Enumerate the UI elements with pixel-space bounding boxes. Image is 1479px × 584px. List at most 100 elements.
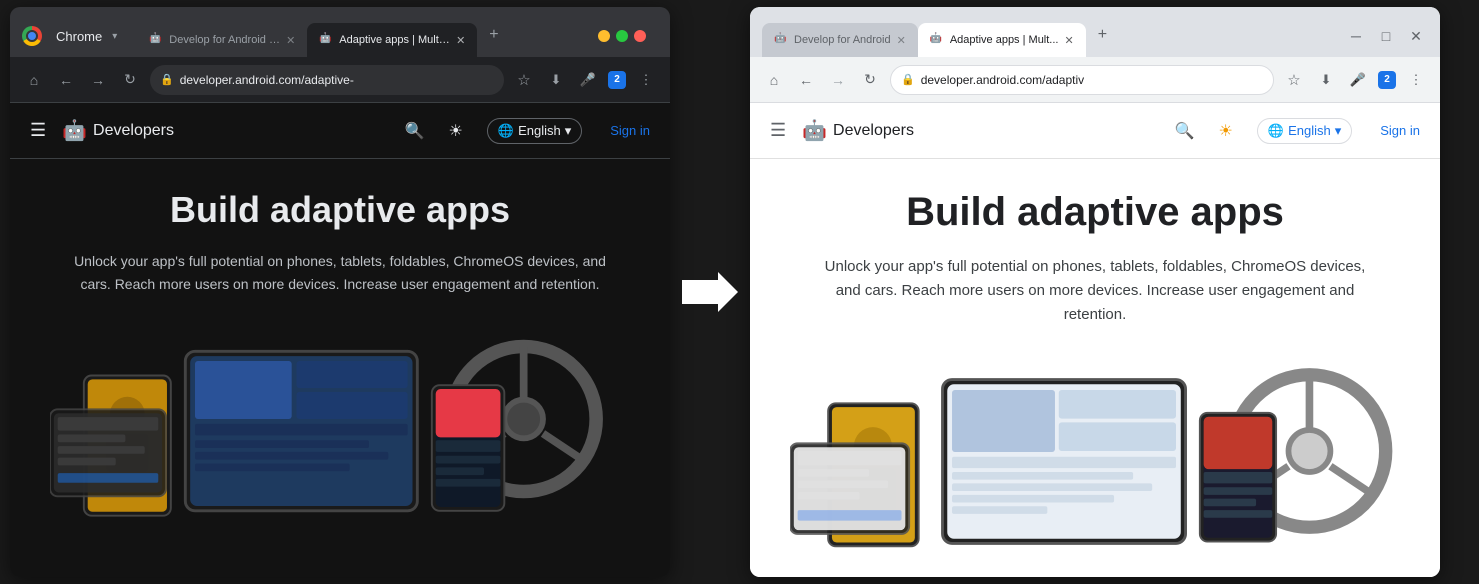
globe-icon-dark: 🌐 — [498, 123, 514, 139]
new-tab-button-dark[interactable]: + — [481, 22, 506, 48]
new-tab-button-light[interactable]: + — [1090, 22, 1115, 48]
light-tab-favicon-1: 🤖 — [930, 33, 944, 47]
sign-in-button-light[interactable]: Sign in — [1380, 123, 1420, 138]
language-button-dark[interactable]: 🌐 English ▾ — [487, 118, 582, 144]
close-button-light[interactable]: ✕ — [1404, 24, 1428, 48]
light-tab-favicon-0: 🤖 — [774, 33, 788, 47]
hamburger-icon-light[interactable]: ☰ — [770, 120, 786, 141]
dark-web-content: ☰ 🤖 Developers 🔍 ☀ 🌐 English ▾ Sign in B… — [10, 103, 670, 577]
lang-label-light: English — [1288, 123, 1331, 138]
reload-button-dark[interactable]: ↻ — [118, 68, 142, 92]
lang-chevron-light: ▾ — [1335, 123, 1342, 139]
lock-icon-dark: 🔒 — [160, 73, 174, 86]
tab-label-0: Develop for Android | And... — [169, 34, 280, 46]
tab-favicon-0: 🤖 — [149, 33, 163, 47]
theme-toggle-dark[interactable]: ☀ — [449, 121, 463, 141]
light-devices-svg — [790, 351, 1400, 551]
menu-button-light[interactable]: ⋮ — [1404, 68, 1428, 92]
close-button-dark[interactable] — [634, 30, 646, 42]
light-page-subtitle: Unlock your app's full potential on phon… — [815, 255, 1375, 327]
light-devices-image — [790, 351, 1400, 551]
chrome-chevron-dark[interactable]: ▾ — [112, 31, 117, 42]
tab-close-1[interactable]: ✕ — [456, 34, 465, 47]
tab-favicon-1: 🤖 — [319, 33, 333, 47]
dark-site-navbar: ☰ 🤖 Developers 🔍 ☀ 🌐 English ▾ Sign in — [10, 103, 670, 159]
light-tabs-area: 🤖 Develop for Android ✕ 🤖 Adaptive apps … — [762, 15, 1344, 57]
transition-arrow — [680, 272, 740, 312]
light-tab-label-0: Develop for Android — [794, 34, 891, 46]
light-toolbar: ⌂ ← → ↻ 🔒 developer.android.com/adaptiv … — [750, 57, 1440, 103]
dark-page-title: Build adaptive apps — [50, 189, 630, 230]
dark-chrome-window: Chrome ▾ 🤖 Develop for Android | And... … — [10, 7, 670, 577]
back-button-light[interactable]: ← — [794, 68, 818, 92]
back-button-dark[interactable]: ← — [54, 68, 78, 92]
search-icon-dark[interactable]: 🔍 — [405, 121, 425, 141]
maximize-button-dark[interactable] — [616, 30, 628, 42]
light-title-bar: 🤖 Develop for Android ✕ 🤖 Adaptive apps … — [750, 7, 1440, 57]
theme-toggle-light[interactable]: ☀ — [1219, 121, 1233, 141]
light-tab-1[interactable]: 🤖 Adaptive apps | Mult... ✕ — [918, 23, 1086, 57]
minimize-button-dark[interactable] — [598, 30, 610, 42]
dark-toolbar: ⌂ ← → ↻ 🔒 developer.android.com/adaptive… — [10, 57, 670, 103]
profile-badge-light[interactable]: 2 — [1378, 71, 1396, 89]
forward-button-dark[interactable]: → — [86, 68, 110, 92]
dark-address-bar-wrap[interactable]: 🔒 developer.android.com/adaptive- — [150, 65, 504, 95]
light-developers-label: Developers — [833, 122, 914, 140]
dark-page-subtitle: Unlock your app's full potential on phon… — [60, 250, 620, 295]
light-tab-close-1[interactable]: ✕ — [1064, 34, 1073, 47]
light-chrome-window: 🤖 Develop for Android ✕ 🤖 Adaptive apps … — [750, 7, 1440, 577]
light-web-content: ☰ 🤖 Developers 🔍 ☀ 🌐 English ▾ Sign in B… — [750, 103, 1440, 577]
lang-label-dark: English — [518, 123, 561, 138]
tab-label-1: Adaptive apps | Multidev... — [339, 34, 450, 46]
dark-devices-image — [50, 319, 630, 519]
dark-android-logo: 🤖 Developers — [62, 118, 174, 143]
download-button-light[interactable]: ⬇ — [1314, 68, 1338, 92]
dark-tabs-area: 🤖 Develop for Android | And... ✕ 🤖 Adapt… — [137, 15, 590, 57]
language-button-light[interactable]: 🌐 English ▾ — [1257, 118, 1352, 144]
restore-button-light[interactable]: □ — [1374, 24, 1398, 48]
lang-chevron-dark: ▾ — [565, 123, 572, 139]
main-container: Chrome ▾ 🤖 Develop for Android | And... … — [0, 0, 1479, 584]
light-address-bar-wrap[interactable]: 🔒 developer.android.com/adaptiv — [890, 65, 1274, 95]
light-page-title: Build adaptive apps — [790, 189, 1400, 235]
light-tab-0[interactable]: 🤖 Develop for Android ✕ — [762, 23, 918, 57]
light-android-logo: 🤖 Developers — [802, 118, 914, 143]
dark-title-bar: Chrome ▾ 🤖 Develop for Android | And... … — [10, 7, 670, 57]
light-page-content: Build adaptive apps Unlock your app's fu… — [750, 159, 1440, 571]
android-icon-light: 🤖 — [802, 118, 827, 143]
light-site-navbar: ☰ 🤖 Developers 🔍 ☀ 🌐 English ▾ Sign in — [750, 103, 1440, 159]
tab-close-0[interactable]: ✕ — [286, 34, 295, 47]
mic-button-dark[interactable]: 🎤 — [576, 68, 600, 92]
mic-button-light[interactable]: 🎤 — [1346, 68, 1370, 92]
light-tab-label-1: Adaptive apps | Mult... — [950, 34, 1059, 46]
hamburger-icon-dark[interactable]: ☰ — [30, 120, 46, 141]
bookmark-button-light[interactable]: ☆ — [1282, 68, 1306, 92]
dark-tab-1[interactable]: 🤖 Adaptive apps | Multidev... ✕ — [307, 23, 477, 57]
light-tab-close-0[interactable]: ✕ — [897, 34, 906, 47]
dark-tab-0[interactable]: 🤖 Develop for Android | And... ✕ — [137, 23, 307, 57]
reload-button-light[interactable]: ↻ — [858, 68, 882, 92]
home-button-light[interactable]: ⌂ — [762, 68, 786, 92]
home-button-dark[interactable]: ⌂ — [22, 68, 46, 92]
download-button-dark[interactable]: ⬇ — [544, 68, 568, 92]
chrome-app-name: Chrome — [56, 29, 102, 44]
light-window-controls: ─ □ ✕ — [1344, 24, 1428, 48]
dark-page-content: Build adaptive apps Unlock your app's fu… — [10, 159, 670, 539]
menu-button-dark[interactable]: ⋮ — [634, 68, 658, 92]
forward-button-light[interactable]: → — [826, 68, 850, 92]
light-address-text: developer.android.com/adaptiv — [921, 73, 1263, 87]
android-icon-dark: 🤖 — [62, 118, 87, 143]
chrome-logo-dark — [22, 26, 42, 46]
sign-in-button-dark[interactable]: Sign in — [610, 123, 650, 138]
dark-devices-svg — [50, 319, 630, 519]
globe-icon-light: 🌐 — [1268, 123, 1284, 139]
dark-address-text: developer.android.com/adaptive- — [180, 73, 494, 87]
lock-icon-light: 🔒 — [901, 73, 915, 86]
arrow-container — [670, 272, 750, 312]
bookmark-button-dark[interactable]: ☆ — [512, 68, 536, 92]
dark-window-controls — [598, 30, 646, 42]
minimize-button-light[interactable]: ─ — [1344, 24, 1368, 48]
profile-badge-dark[interactable]: 2 — [608, 71, 626, 89]
search-icon-light[interactable]: 🔍 — [1175, 121, 1195, 141]
dark-developers-label: Developers — [93, 122, 174, 140]
